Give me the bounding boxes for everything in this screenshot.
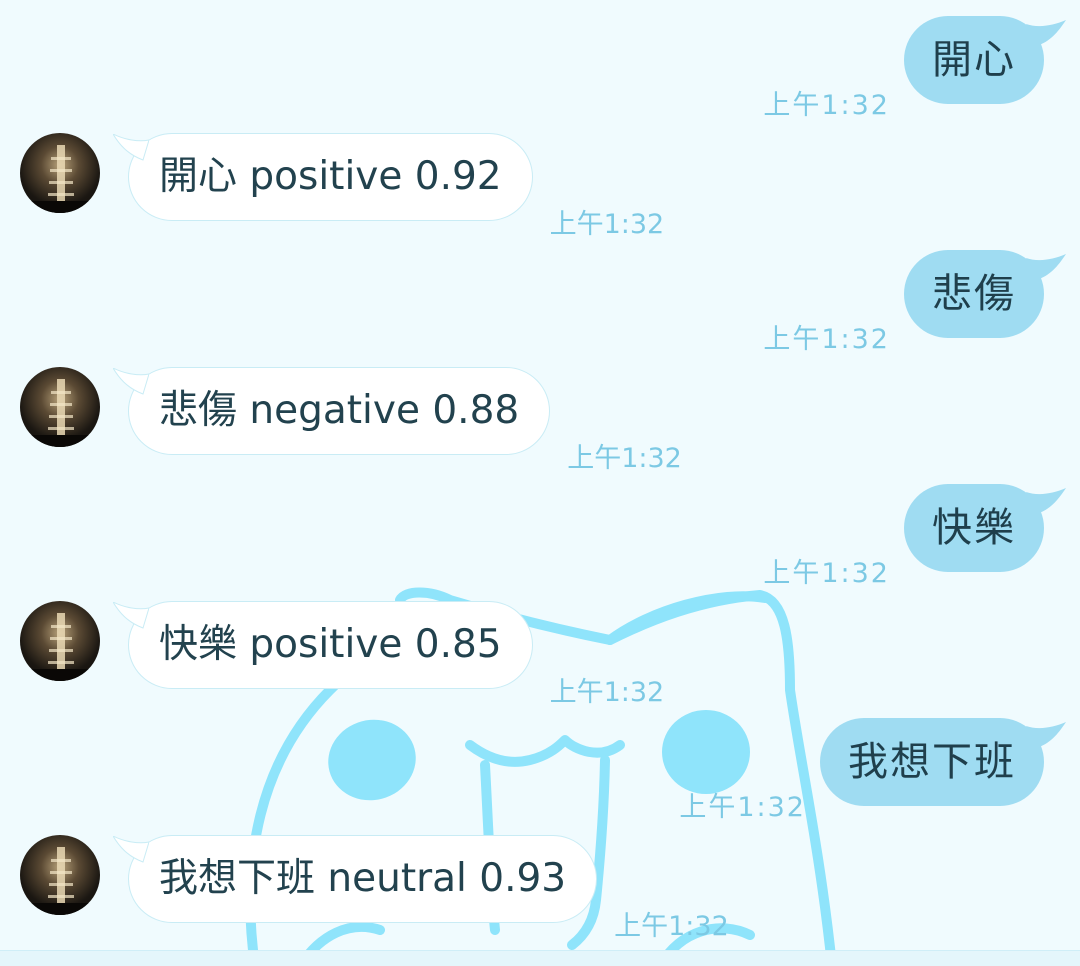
incoming-bubble[interactable]: 快樂 positive 0.85 上午1:32 <box>113 601 664 708</box>
avatar-icon[interactable] <box>20 601 100 681</box>
avatar-icon[interactable] <box>20 133 100 213</box>
outgoing-bubble[interactable]: 開心 上午1:32 <box>763 16 1066 121</box>
message-time: 上午1:32 <box>549 677 665 708</box>
message-text: 悲傷 <box>932 271 1016 317</box>
avatar-icon[interactable] <box>20 367 100 447</box>
incoming-bubble[interactable]: 開心 positive 0.92 上午1:32 <box>113 133 664 240</box>
message-text: 開心 <box>932 37 1016 83</box>
message-time: 上午1:32 <box>763 324 890 355</box>
outgoing-bubble[interactable]: 快樂 上午1:32 <box>763 484 1066 589</box>
message-text: 悲傷 negative 0.88 <box>159 388 520 433</box>
message-outgoing[interactable]: 我想下班 上午1:32 <box>679 718 1066 823</box>
bubble-tail-icon <box>113 134 149 161</box>
bubble-tail-icon <box>113 368 149 395</box>
message-text: 我想下班 <box>848 739 1016 785</box>
message-time: 上午1:32 <box>763 90 890 121</box>
message-outgoing[interactable]: 快樂 上午1:32 <box>763 484 1066 589</box>
bubble-tail-icon <box>1026 722 1066 748</box>
bubble-tail-icon <box>113 836 149 863</box>
bubble-tail-icon <box>1026 488 1066 514</box>
message-text: 快樂 <box>932 505 1016 551</box>
message-outgoing[interactable]: 開心 上午1:32 <box>763 16 1066 121</box>
message-time: 上午1:32 <box>549 209 665 240</box>
message-text: 開心 positive 0.92 <box>159 154 502 199</box>
avatar-icon[interactable] <box>20 835 100 915</box>
message-time: 上午1:32 <box>763 558 890 589</box>
bubble-tail-icon <box>1026 254 1066 280</box>
message-time: 上午1:32 <box>567 443 682 474</box>
outgoing-bubble[interactable]: 悲傷 上午1:32 <box>763 250 1066 355</box>
incoming-bubble[interactable]: 我想下班 neutral 0.93 上午1:32 <box>113 835 729 942</box>
outgoing-bubble[interactable]: 我想下班 上午1:32 <box>679 718 1066 823</box>
chat-window[interactable]: 開心 上午1:32 開心 positive 0.92 上午1:32 悲傷 上午1… <box>0 0 1080 966</box>
message-time: 上午1:32 <box>679 792 806 823</box>
input-bar-edge <box>0 950 1080 966</box>
message-text: 我想下班 neutral 0.93 <box>159 856 567 901</box>
bubble-tail-icon <box>113 602 149 629</box>
bubble-tail-icon <box>1026 20 1066 46</box>
incoming-bubble[interactable]: 悲傷 negative 0.88 上午1:32 <box>113 367 682 474</box>
message-text: 快樂 positive 0.85 <box>159 622 502 667</box>
message-outgoing[interactable]: 悲傷 上午1:32 <box>763 250 1066 355</box>
